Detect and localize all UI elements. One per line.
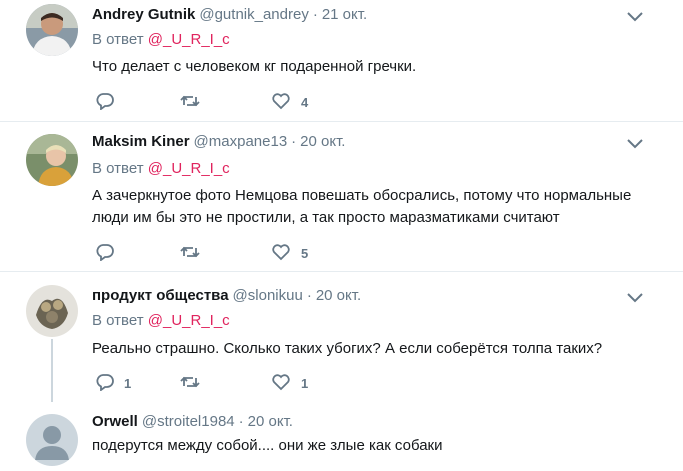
reply-mention[interactable]: @_U_R_I_c	[148, 312, 230, 329]
separator-dot: ·	[306, 287, 312, 304]
separator-dot: ·	[238, 413, 244, 430]
reply-icon[interactable]	[95, 373, 115, 391]
reply-context: В ответ @_U_R_I_c	[92, 312, 230, 329]
tweet-text: А зачеркнутое фото Немцова повешать обос…	[92, 187, 632, 226]
reply-context: В ответ @_U_R_I_c	[92, 160, 230, 177]
heart-icon[interactable]	[271, 92, 291, 110]
author-handle[interactable]: @gutnik_andrey	[199, 6, 308, 23]
tweet-header: продукт общества @slonikuu · 20 окт.	[92, 287, 361, 304]
tweet-text: Реально страшно. Сколько таких убогих? А…	[92, 340, 603, 357]
reply-prefix: В ответ	[92, 312, 144, 329]
tweet-text: подерутся между собой.... они же злые ка…	[92, 437, 443, 454]
reply-count: 1	[124, 376, 132, 391]
author-handle[interactable]: @slonikuu	[233, 287, 303, 304]
chevron-down-icon[interactable]	[626, 292, 644, 304]
reply-prefix: В ответ	[92, 160, 144, 177]
reply-icon[interactable]	[95, 92, 115, 110]
tweet-header: Andrey Gutnik @gutnik_andrey · 21 окт.	[92, 6, 367, 23]
avatar[interactable]	[26, 285, 78, 337]
retweet-icon[interactable]	[180, 92, 200, 110]
reply-prefix: В ответ	[92, 31, 144, 48]
author-name[interactable]: Orwell	[92, 413, 138, 430]
tweet-2[interactable]: Maksim Kiner @maxpane13 · 20 окт. В ответ @…	[0, 122, 683, 271]
author-name[interactable]: Maksim Kiner	[92, 133, 190, 150]
like-count: 1	[301, 376, 309, 391]
chevron-down-icon[interactable]	[626, 11, 644, 23]
chevron-down-icon[interactable]	[626, 138, 644, 150]
avatar[interactable]	[26, 414, 78, 466]
separator-dot: ·	[312, 6, 318, 23]
author-name[interactable]: Andrey Gutnik	[92, 6, 195, 23]
avatar[interactable]	[26, 4, 78, 56]
reply-mention[interactable]: @_U_R_I_c	[148, 160, 230, 177]
heart-icon[interactable]	[271, 373, 291, 391]
thread-line	[51, 339, 53, 402]
timestamp[interactable]: 20 окт.	[248, 413, 293, 430]
timestamp[interactable]: 20 окт.	[300, 133, 345, 150]
like-count: 4	[301, 95, 309, 110]
author-handle[interactable]: @stroitel1984	[142, 413, 235, 430]
avatar[interactable]	[26, 134, 78, 186]
timestamp[interactable]: 21 окт.	[322, 6, 367, 23]
tweet-header: Maksim Kiner @maxpane13 · 20 окт.	[92, 133, 345, 150]
tweet-header: Orwell @stroitel1984 · 20 окт.	[92, 413, 293, 430]
reply-mention[interactable]: @_U_R_I_c	[148, 31, 230, 48]
tweet-1[interactable]: Andrey Gutnik @gutnik_andrey · 21 окт. В от…	[0, 0, 683, 121]
separator-dot: ·	[291, 133, 297, 150]
reply-icon[interactable]	[95, 243, 115, 261]
tweet-4[interactable]: Orwell @stroitel1984 · 20 окт. подерутся ме…	[0, 402, 683, 471]
timestamp[interactable]: 20 окт.	[316, 287, 361, 304]
tweet-text: Что делает с человеком кг подаренной гре…	[92, 58, 417, 75]
retweet-icon[interactable]	[180, 373, 200, 391]
author-name[interactable]: продукт общества	[92, 287, 229, 304]
author-handle[interactable]: @maxpane13	[194, 133, 288, 150]
retweet-icon[interactable]	[180, 243, 200, 261]
tweet-3[interactable]: продукт общества @slonikuu · 20 окт. В отве…	[0, 272, 683, 402]
reply-context: В ответ @_U_R_I_c	[92, 31, 230, 48]
like-count: 5	[301, 246, 309, 261]
heart-icon[interactable]	[271, 243, 291, 261]
